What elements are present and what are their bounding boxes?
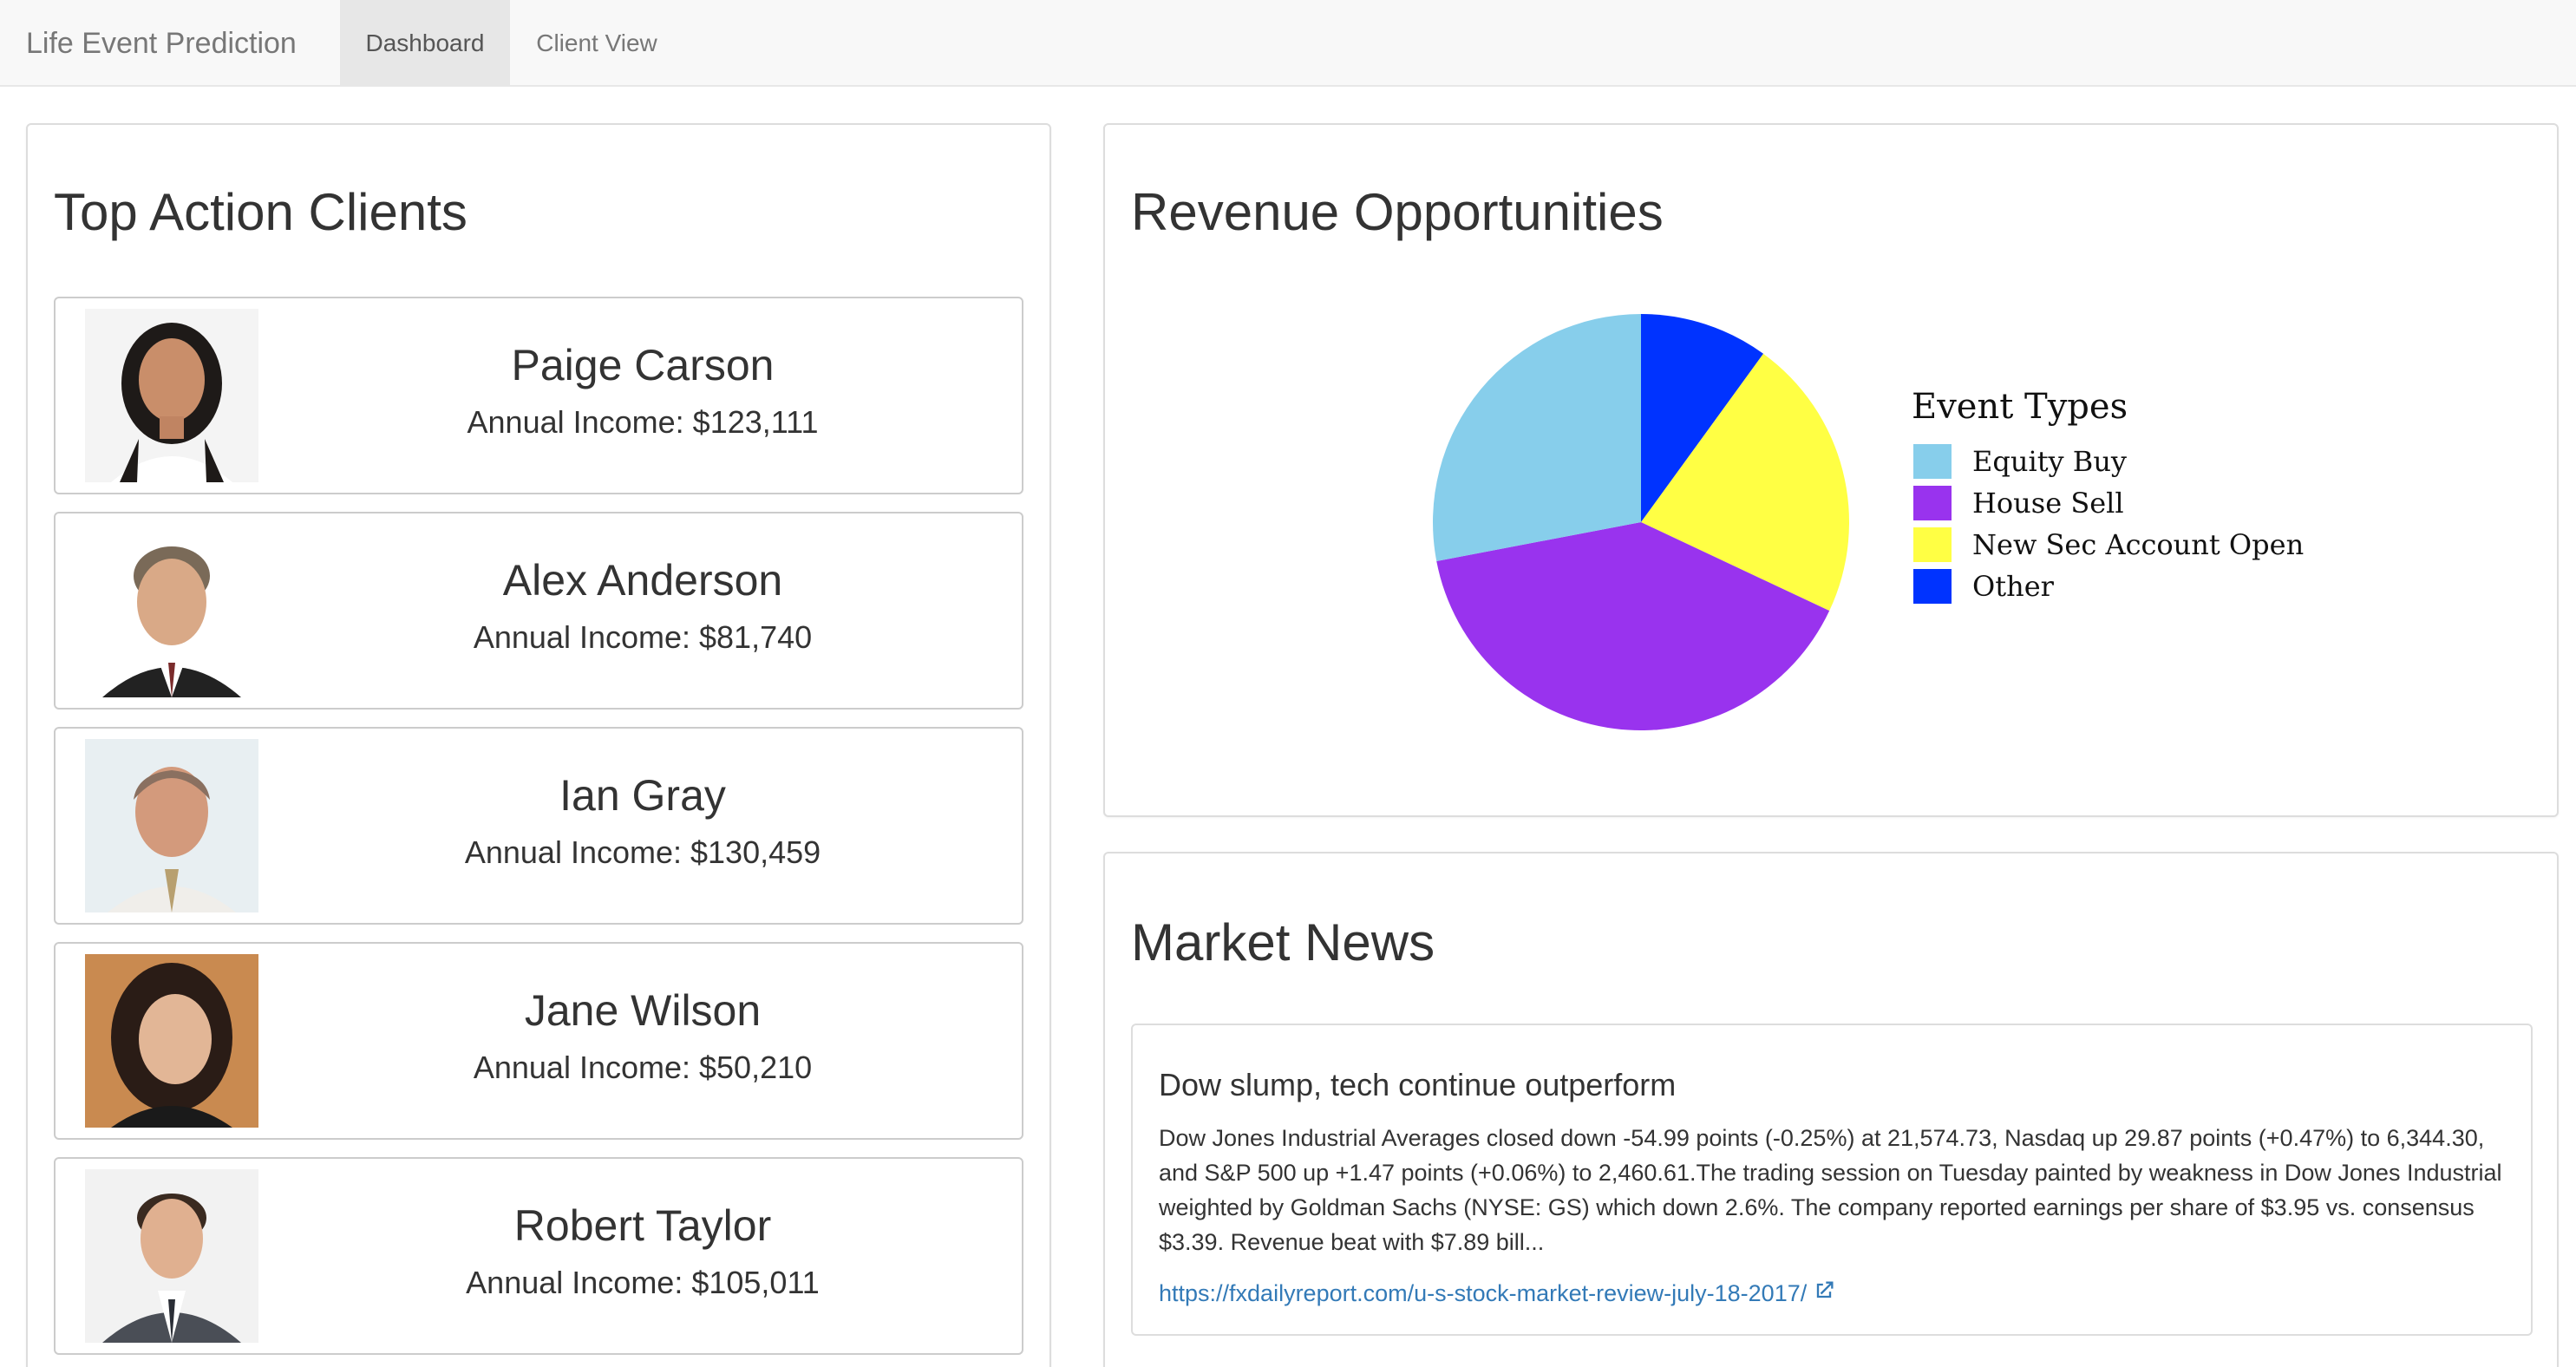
top-navbar: Life Event Prediction Dashboard Client V…	[0, 0, 2576, 87]
client-card-alex-anderson[interactable]: Alex Anderson Annual Income: $81,740	[54, 512, 1023, 710]
news-link-text: https://fxdailyreport.com/u-s-stock-mark…	[1159, 1280, 1808, 1306]
legend-label: Other	[1972, 570, 2055, 603]
client-name: Paige Carson	[511, 341, 775, 389]
client-avatar	[85, 524, 258, 697]
clients-panel-title: Top Action Clients	[54, 183, 467, 241]
client-income: Annual Income: $123,111	[467, 404, 819, 440]
tab-dashboard[interactable]: Dashboard	[340, 0, 510, 85]
tab-client-view[interactable]: Client View	[512, 0, 682, 85]
legend-swatch	[1913, 527, 1952, 562]
top-action-clients-panel: Top Action Clients Paige Carson Annual I…	[26, 123, 1051, 1367]
client-card-paige-carson[interactable]: Paige Carson Annual Income: $123,111	[54, 297, 1023, 494]
external-link-icon	[1812, 1279, 1836, 1309]
legend-label: New Sec Account Open	[1972, 528, 2304, 561]
legend-swatch	[1913, 444, 1952, 479]
client-name: Ian Gray	[559, 771, 726, 820]
client-name: Robert Taylor	[513, 1201, 772, 1250]
client-card-ian-gray[interactable]: Ian Gray Annual Income: $130,459	[54, 727, 1023, 925]
news-card: Dow slump, tech continue outperform Dow …	[1131, 1024, 2533, 1336]
client-income: Annual Income: $105,011	[466, 1265, 820, 1300]
news-link[interactable]: https://fxdailyreport.com/u-s-stock-mark…	[1159, 1279, 1836, 1309]
market-news-panel: Market News Dow slump, tech continue out…	[1103, 852, 2559, 1367]
client-card-jane-wilson[interactable]: Jane Wilson Annual Income: $50,210	[54, 942, 1023, 1140]
legend-swatch	[1913, 569, 1952, 604]
news-headline: Dow slump, tech continue outperform	[1159, 1067, 1677, 1102]
legend-label: House Sell	[1972, 487, 2124, 520]
client-avatar	[85, 954, 258, 1128]
legend-label: Equity Buy	[1972, 445, 2127, 478]
client-income: Annual Income: $130,459	[464, 834, 821, 870]
client-name: Jane Wilson	[524, 986, 762, 1035]
revenue-opportunities-panel: Revenue Opportunities Event Types Equity …	[1103, 123, 2559, 817]
client-income: Annual Income: $81,740	[473, 619, 813, 655]
legend-swatch	[1913, 486, 1952, 520]
app-brand[interactable]: Life Event Prediction	[26, 0, 297, 87]
news-body: Dow Jones Industrial Averages closed dow…	[1159, 1125, 2502, 1255]
client-name: Alex Anderson	[502, 556, 783, 605]
revenue-pie-chart: Event Types Equity Buy House Sell New Sec A…	[1433, 314, 2304, 731]
pie-slice-equity-buy[interactable]	[1433, 314, 1641, 561]
client-income: Annual Income: $50,210	[473, 1050, 813, 1085]
news-panel-title: Market News	[1131, 913, 1435, 971]
client-avatar	[85, 309, 258, 482]
legend-title: Event Types	[1912, 387, 2128, 427]
client-avatar	[85, 1169, 258, 1343]
client-avatar	[85, 739, 258, 912]
client-card-robert-taylor[interactable]: Robert Taylor Annual Income: $105,011	[54, 1157, 1023, 1355]
